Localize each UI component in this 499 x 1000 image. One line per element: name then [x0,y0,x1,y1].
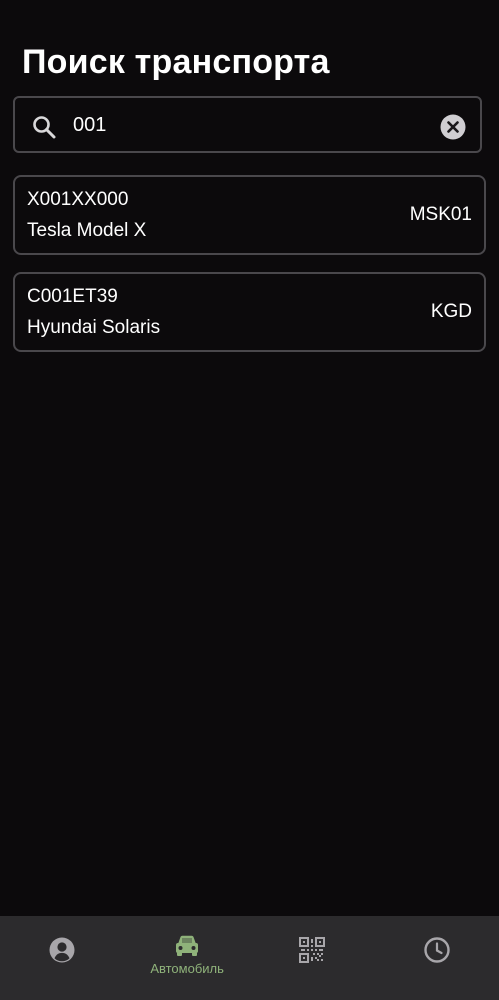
nav-item-car[interactable]: Автомобиль [125,916,250,1000]
clock-icon [423,937,450,963]
search-icon [33,116,56,139]
vehicle-plate: X001XX000 [27,189,129,210]
nav-item-qr[interactable] [250,916,375,1000]
nav-label-car: Автомобиль [150,961,224,976]
qr-code-icon [298,937,325,963]
vehicle-plate: C001ET39 [27,286,118,307]
vehicle-card[interactable]: C001ET39 Hyundai Solaris KGD [13,272,486,352]
page-title: Поиск транспорта [22,43,330,81]
nav-item-history[interactable] [374,916,499,1000]
screen: Поиск транспорта X001XX000 Tesla Model X… [0,0,499,1000]
search-box[interactable] [13,96,482,153]
vehicle-region: KGD [430,301,472,322]
vehicle-card[interactable]: X001XX000 Tesla Model X MSK01 [13,175,486,255]
nav-item-profile[interactable] [0,916,125,1000]
bottom-nav: Автомобиль [0,916,499,1000]
vehicle-region: MSK01 [409,204,472,225]
vehicle-model: Tesla Model X [27,220,147,241]
clear-icon[interactable] [440,114,466,140]
vehicle-model: Hyundai Solaris [27,317,161,338]
search-input[interactable] [73,108,423,142]
profile-icon [49,937,75,963]
car-icon [176,935,199,956]
result-list: X001XX000 Tesla Model X MSK01 C001ET39 H… [13,175,486,369]
